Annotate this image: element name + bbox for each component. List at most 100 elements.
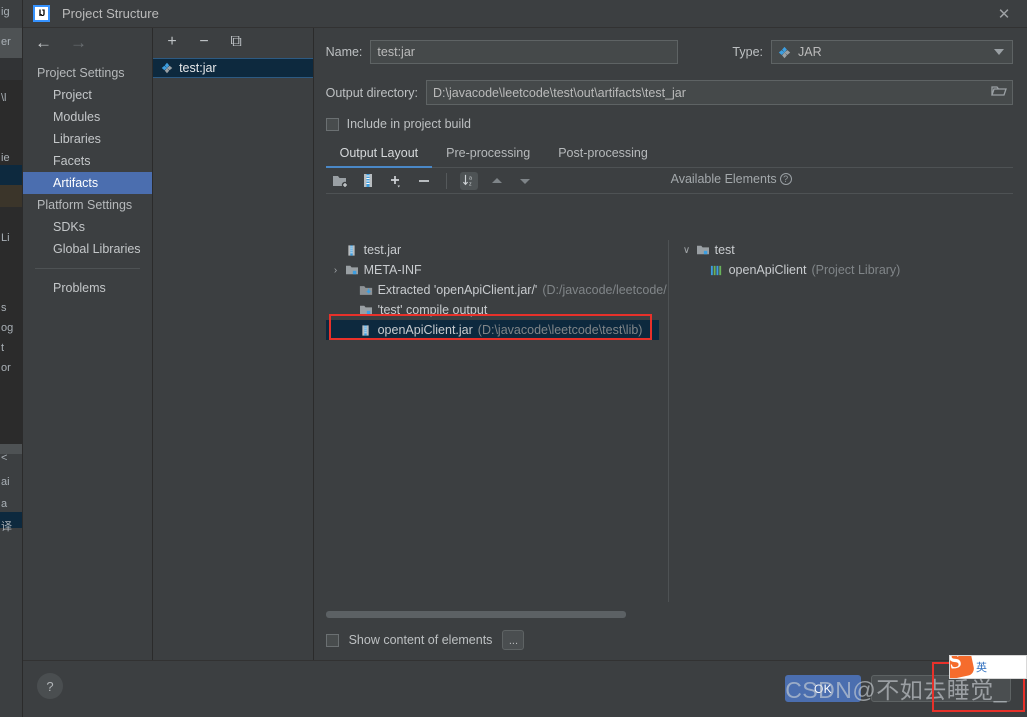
intellij-logo-icon: IJ: [33, 5, 50, 22]
ok-button[interactable]: OK: [785, 675, 861, 702]
output-layout-tree-row[interactable]: openApiClient.jar (D:\javacode\leetcode\t…: [325, 320, 659, 340]
tree-expand-icon[interactable]: ›: [328, 265, 344, 276]
chevron-down-icon: [994, 49, 1004, 55]
tree-row-detail: (D:/javacode/leetcode/: [542, 283, 667, 297]
background-text-fragment: or: [1, 362, 11, 374]
available-element-row[interactable]: openApiClient (Project Library): [677, 260, 1013, 280]
artifacts-toolbar: + − ⧉: [153, 28, 313, 56]
sidebar-item-sdks[interactable]: SDKs: [23, 216, 152, 238]
output-layout-toolbar: a z Available Elements ?: [325, 168, 1013, 194]
artifact-name-row: Name: test:jar Type: JAR: [326, 40, 1013, 64]
artifacts-list: test:jar: [153, 56, 313, 78]
add-artifact-button[interactable]: +: [163, 33, 181, 51]
artifact-name-input[interactable]: test:jar: [370, 40, 679, 64]
folder-icon: [344, 264, 360, 276]
create-archive-icon[interactable]: [359, 172, 377, 190]
remove-artifact-button[interactable]: −: [195, 33, 213, 51]
artifact-list-item[interactable]: test:jar: [153, 58, 313, 78]
create-directory-icon[interactable]: [331, 172, 349, 190]
tab-pre-processing[interactable]: Pre-processing: [432, 141, 544, 168]
tree-expand-icon[interactable]: ∨: [679, 245, 695, 256]
background-text-fragment: <: [1, 452, 8, 464]
available-elements-tree: ∨ test openApiClient (Project Library): [677, 240, 1013, 280]
available-element-row[interactable]: ∨ test: [677, 240, 1013, 260]
move-up-icon[interactable]: [488, 172, 506, 190]
background-text-fragment: s: [1, 302, 7, 314]
output-directory-row: Output directory: D:\javacode\leetcode\t…: [326, 80, 1013, 105]
output-layout-tree-row[interactable]: test.jar: [326, 240, 659, 260]
copy-artifact-button[interactable]: ⧉: [227, 33, 245, 51]
add-element-icon[interactable]: [387, 172, 405, 190]
artifact-detail-panel: Name: test:jar Type: JAR Output director…: [313, 28, 1027, 660]
output-directory-label: Output directory:: [325, 85, 418, 100]
intellij-logo-text: IJ: [38, 8, 45, 18]
horizontal-scrollbar-track[interactable]: [325, 611, 1013, 618]
available-elements-header: Available Elements ?: [671, 172, 792, 186]
name-label: Name:: [325, 45, 363, 59]
artifact-type-value: JAR: [798, 45, 822, 59]
show-content-checkbox[interactable]: [325, 633, 339, 647]
back-arrow-icon[interactable]: ←: [35, 34, 52, 51]
move-down-icon[interactable]: [516, 172, 534, 190]
sort-az-icon[interactable]: a z: [459, 171, 478, 190]
artifact-list-item-label: test:jar: [179, 61, 217, 75]
background-text-fragment: Li: [1, 232, 10, 244]
output-layout-tree-row[interactable]: 'test' compile output: [326, 300, 659, 320]
tree-row-label: 'test' compile output: [377, 303, 488, 317]
forward-arrow-icon[interactable]: →: [70, 34, 87, 51]
dialog-body: ← → Project Settings Project Modules Librar…: [23, 28, 1027, 660]
cancel-button[interactable]: [871, 675, 1011, 702]
background-text-fragment: er: [1, 36, 11, 48]
show-content-label: Show content of elements: [348, 633, 493, 647]
tree-row-label: Extracted 'openApiClient.jar/': [377, 283, 538, 297]
tree-row-label: META-INF: [363, 263, 422, 277]
archive-icon: [344, 244, 360, 257]
remove-element-icon[interactable]: [415, 172, 433, 190]
browse-folder-icon[interactable]: [991, 84, 1007, 98]
include-in-build-checkbox[interactable]: [325, 117, 339, 131]
tree-row-label: test.jar: [363, 243, 402, 257]
help-icon[interactable]: ?: [779, 173, 792, 185]
dialog-title: Project Structure: [62, 6, 159, 21]
sidebar-item-problems[interactable]: Problems: [23, 277, 152, 299]
output-layout-tree-row[interactable]: Extracted 'openApiClient.jar/' (D:/javaco…: [326, 280, 667, 300]
nav-divider: [35, 268, 141, 269]
project-structure-dialog: IJ Project Structure ✕ ← → Project Setti…: [22, 0, 1027, 717]
background-text-fragment: a: [1, 498, 8, 510]
tree-row-detail: (Project Library): [811, 263, 901, 277]
background-text-fragment: t: [1, 342, 5, 354]
sogou-ime-badge: S 英: [949, 655, 1027, 679]
tab-post-processing[interactable]: Post-processing: [544, 141, 662, 168]
background-text-fragment: ai: [1, 476, 10, 488]
include-in-build-row[interactable]: Include in project build: [325, 117, 1013, 131]
tree-row-detail: (D:\javacode\leetcode\test\lib): [477, 323, 643, 337]
background-text-fragment: ig: [1, 6, 10, 18]
sidebar-item-project[interactable]: Project: [23, 84, 152, 106]
extracted-icon: [358, 284, 374, 297]
sidebar-item-facets[interactable]: Facets: [23, 150, 152, 172]
artifact-type-select[interactable]: JAR: [771, 40, 1013, 64]
sidebar-item-libraries[interactable]: Libraries: [23, 128, 152, 150]
help-button[interactable]: ?: [37, 673, 63, 699]
tree-row-label: test: [714, 243, 735, 257]
tree-row-label: openApiClient: [728, 263, 807, 277]
tab-output-layout[interactable]: Output Layout: [325, 141, 433, 168]
available-elements-pane: ∨ test openApiClient (Project Library): [667, 240, 1013, 602]
artifacts-list-panel: + − ⧉ test:jar: [153, 28, 314, 660]
sidebar-item-global-libraries[interactable]: Global Libraries: [23, 238, 152, 260]
screen-root: ig er \l ie Li s og t or < ai a 译 IJ Project Structu…: [0, 0, 1027, 717]
background-text-fragment: 译: [1, 521, 12, 533]
svg-text:z: z: [469, 181, 472, 187]
tree-row-label: openApiClient.jar: [377, 323, 473, 337]
output-directory-value: D:\javacode\leetcode\test\out\artifacts\…: [433, 85, 686, 100]
settings-navigation-panel: ← → Project Settings Project Modules Librar…: [23, 28, 154, 660]
type-label: Type:: [732, 45, 763, 59]
output-layout-tree-row[interactable]: › META-INF: [326, 260, 659, 280]
jar-artifact-icon: [778, 46, 791, 58]
horizontal-scrollbar-thumb[interactable]: [325, 611, 626, 618]
close-icon[interactable]: ✕: [981, 0, 1027, 28]
sidebar-item-modules[interactable]: Modules: [23, 106, 152, 128]
show-content-more-button[interactable]: ...: [502, 630, 525, 650]
sidebar-item-artifacts[interactable]: Artifacts: [23, 172, 153, 194]
output-directory-input[interactable]: D:\javacode\leetcode\test\out\artifacts\…: [426, 80, 1013, 105]
